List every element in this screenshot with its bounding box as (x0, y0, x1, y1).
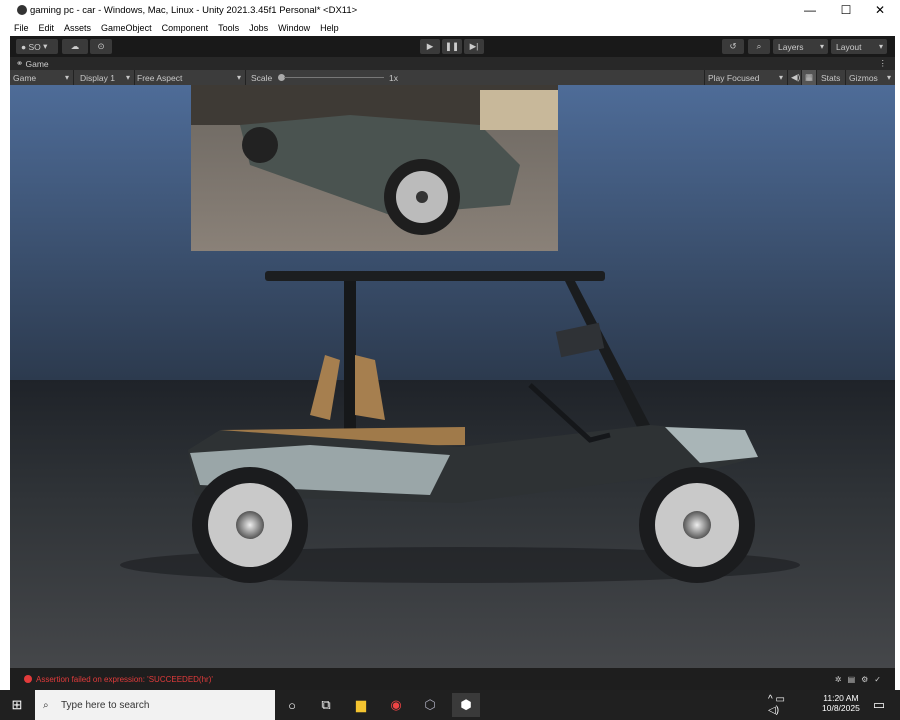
photo-billboard (191, 85, 558, 251)
step-icon: ▶| (469, 41, 479, 51)
main-toolbar: ● SO ▾ ☁ ⊙ ▶ ❚❚ ▶| ↺ ⌕ Layers Layout (10, 36, 895, 57)
cortana-icon[interactable]: ○ (283, 696, 301, 714)
menu-assets[interactable]: Assets (64, 23, 91, 33)
keyboard-shortcuts-button[interactable]: ▦ (802, 70, 817, 85)
mute-audio-button[interactable]: ◀) (788, 70, 802, 85)
notification-icon[interactable]: ▭ (870, 696, 888, 714)
account-dropdown[interactable]: ● SO ▾ (16, 39, 58, 54)
menu-component[interactable]: Component (162, 23, 209, 33)
scale-slider[interactable]: Scale 1x (248, 70, 398, 85)
window-border (0, 36, 10, 690)
menu-bar: File Edit Assets GameObject Component To… (0, 20, 895, 36)
error-icon (24, 675, 32, 683)
maximize-button[interactable]: ☐ (828, 0, 864, 20)
tray-icons[interactable]: ^ ▭ ◁) (768, 694, 786, 716)
menu-window[interactable]: Window (278, 23, 310, 33)
layout-dropdown[interactable]: Layout (831, 39, 887, 54)
menu-help[interactable]: Help (320, 23, 339, 33)
title-bar: gaming pc - car - Windows, Mac, Linux - … (0, 0, 900, 20)
search-button[interactable]: ⌕ (748, 39, 770, 54)
scale-slider-track (284, 77, 384, 78)
console-status-bar[interactable]: Assertion failed on expression: 'SUCCEED… (10, 668, 895, 690)
cloud-button[interactable]: ☁ (62, 39, 88, 54)
search-icon: ⌕ (756, 41, 762, 51)
unity-editor-icon[interactable]: ⬢ (452, 693, 480, 717)
menu-tools[interactable]: Tools (218, 23, 239, 33)
collab-icon: ⊙ (97, 41, 105, 51)
menu-edit[interactable]: Edit (39, 23, 55, 33)
play-focused-dropdown[interactable]: Play Focused (704, 70, 788, 85)
close-button[interactable]: ✕ (862, 0, 898, 20)
window-border (895, 36, 900, 690)
pause-button[interactable]: ❚❚ (442, 39, 462, 54)
game-viewport[interactable] (10, 85, 895, 668)
game-mode-dropdown[interactable]: Game (10, 70, 74, 85)
clock[interactable]: 11:20 AM 10/8/2025 (822, 693, 860, 713)
gizmos-dropdown[interactable]: Gizmos (846, 70, 895, 85)
window-title: gaming pc - car - Windows, Mac, Linux - … (30, 4, 358, 16)
step-button[interactable]: ▶| (464, 39, 484, 54)
menu-jobs[interactable]: Jobs (249, 23, 268, 33)
game-scene (10, 85, 895, 668)
keyboard-icon: ▦ (805, 72, 814, 82)
history-icon: ↺ (729, 41, 737, 51)
account-icon: ● (21, 41, 29, 52)
chrome-icon[interactable]: ◉ (387, 696, 405, 714)
minimize-button[interactable]: — (792, 0, 828, 20)
aspect-dropdown[interactable]: Free Aspect (134, 70, 246, 85)
stats-button[interactable]: Stats (818, 70, 846, 85)
layers-dropdown[interactable]: Layers (773, 39, 828, 54)
play-icon: ▶ (426, 41, 434, 51)
windows-taskbar: ⊞ ⌕ Type here to search ○ ⧉ ▆ ◉ ⬡ ⬢ ^ ▭ ◁… (0, 690, 900, 720)
history-button[interactable]: ↺ (722, 39, 744, 54)
task-view-icon[interactable]: ⧉ (317, 696, 335, 714)
pause-icon: ❚❚ (444, 41, 460, 51)
tab-game[interactable]: ⚭ Game ⋮ (10, 57, 895, 70)
gamepad-icon: ⚭ (16, 58, 26, 68)
menu-gameobject[interactable]: GameObject (101, 23, 152, 33)
display-dropdown[interactable]: Display 1 (77, 70, 135, 85)
unity-hub-icon[interactable]: ⬡ (421, 696, 439, 714)
menu-file[interactable]: File (14, 23, 29, 33)
taskbar-search[interactable]: ⌕ Type here to search (35, 690, 275, 720)
collab-button[interactable]: ⊙ (90, 39, 112, 54)
play-button[interactable]: ▶ (420, 39, 440, 54)
file-explorer-icon[interactable]: ▆ (352, 696, 370, 714)
windows-start-icon[interactable]: ⊞ (8, 696, 26, 714)
more-options-icon[interactable]: ⋮ (879, 58, 888, 69)
cloud-icon: ☁ (70, 41, 80, 51)
game-view-toolbar: Game Display 1 Free Aspect Scale 1x Play… (10, 70, 895, 85)
search-icon: ⌕ (43, 699, 49, 711)
speaker-icon: ◀) (791, 72, 801, 82)
status-icons[interactable]: ✲▤⚙✓ (835, 675, 887, 684)
unity-logo-icon (17, 5, 27, 15)
